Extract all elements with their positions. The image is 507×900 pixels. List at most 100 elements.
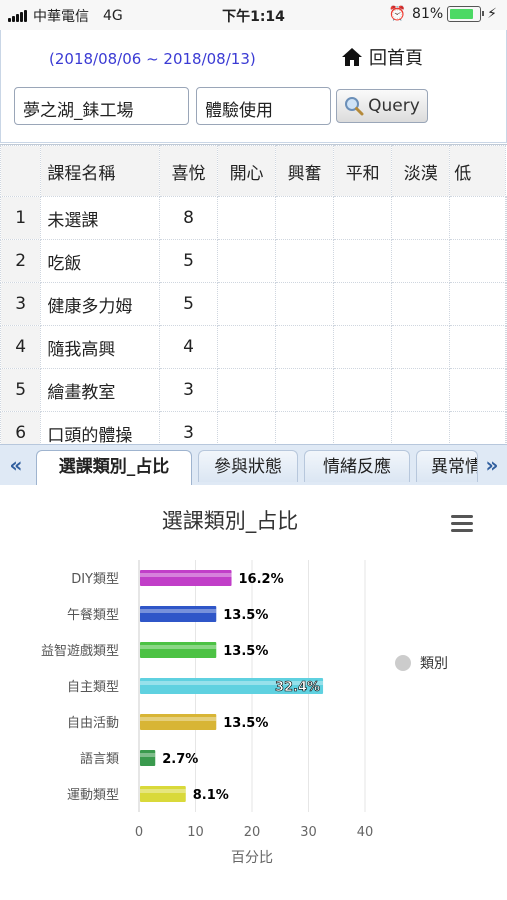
bar bbox=[140, 750, 156, 766]
data-label: 13.5% bbox=[223, 716, 268, 731]
battery-percent: 81% bbox=[412, 6, 444, 22]
value-cell bbox=[275, 325, 335, 369]
chart-panel: 選課類別_占比 0 10 20 30 40 百分比 DIY類型 16.2% 午餐類型 13.5% 益… bbox=[0, 485, 507, 900]
grid-corner bbox=[0, 145, 42, 197]
column-header[interactable]: 淡漠 bbox=[391, 145, 451, 197]
value-cell bbox=[217, 325, 277, 369]
value-cell bbox=[333, 196, 393, 240]
x-tick-label: 10 bbox=[187, 825, 204, 840]
battery-icon bbox=[447, 6, 485, 22]
value-cell bbox=[391, 282, 451, 326]
tab-participation[interactable]: 參與狀態 bbox=[198, 450, 298, 482]
tab-category-ratio[interactable]: 選課類別_占比 bbox=[36, 450, 192, 486]
course-name-cell: 繪畫教室 bbox=[40, 368, 160, 412]
category-label: 自主類型 bbox=[67, 680, 119, 695]
value-cell bbox=[391, 325, 451, 369]
value-cell bbox=[391, 196, 451, 240]
value-cell: 3 bbox=[158, 368, 219, 412]
x-axis-title: 百分比 bbox=[231, 850, 273, 866]
home-link[interactable]: 回首頁 bbox=[341, 44, 423, 70]
data-grid: 課程名稱 喜悅 開心 興奮 平和 淡漠 低 1 未選課 8 2 吃飯 5 3 健康多力姆 5 4 隨… bbox=[0, 144, 507, 445]
date-range: (2018/08/06 ~ 2018/08/13) bbox=[49, 50, 256, 68]
tab-prev-arrow[interactable]: « bbox=[4, 451, 28, 479]
value-cell bbox=[333, 411, 393, 445]
value-cell bbox=[217, 239, 277, 283]
data-label: 16.2% bbox=[239, 572, 284, 587]
value-cell bbox=[505, 239, 507, 283]
legend-marker bbox=[395, 655, 411, 671]
column-header[interactable]: 課程名稱 bbox=[40, 145, 160, 197]
course-name-cell: 隨我高興 bbox=[40, 325, 160, 369]
data-label: 32.4% bbox=[275, 680, 320, 695]
query-label: Query bbox=[368, 96, 420, 116]
value-cell bbox=[449, 196, 506, 240]
grid-header-row: 課程名稱 喜悅 開心 興奮 平和 淡漠 低 bbox=[0, 145, 507, 197]
category-label: DIY類型 bbox=[71, 572, 119, 587]
bar-highlight bbox=[140, 573, 232, 577]
value-cell bbox=[275, 411, 335, 445]
value-cell bbox=[333, 239, 393, 283]
value-cell bbox=[505, 411, 507, 445]
table-row[interactable]: 1 未選課 8 bbox=[0, 196, 507, 240]
value-cell bbox=[217, 368, 277, 412]
value-cell: 3 bbox=[158, 411, 219, 445]
course-name-cell: 口頭的體操 bbox=[40, 411, 160, 445]
value-cell bbox=[217, 282, 277, 326]
value-cell bbox=[391, 411, 451, 445]
data-label: 8.1% bbox=[193, 788, 229, 803]
value-cell bbox=[449, 368, 506, 412]
home-label: 回首頁 bbox=[369, 48, 423, 69]
column-header[interactable]: 平和 bbox=[333, 145, 393, 197]
magnifier-icon bbox=[345, 97, 364, 116]
value-cell bbox=[275, 368, 335, 412]
course-name-cell: 健康多力姆 bbox=[40, 282, 160, 326]
value-cell: 4 bbox=[158, 325, 219, 369]
row-index: 4 bbox=[0, 325, 42, 369]
x-tick-label: 30 bbox=[300, 825, 317, 840]
table-row[interactable]: 4 隨我高興 4 bbox=[0, 325, 507, 369]
bar-highlight bbox=[140, 609, 217, 613]
tab-emotion[interactable]: 情緒反應 bbox=[304, 450, 410, 482]
column-header[interactable]: 開心 bbox=[217, 145, 277, 197]
value-cell bbox=[275, 196, 335, 240]
x-tick-label: 40 bbox=[357, 825, 374, 840]
value-cell bbox=[391, 368, 451, 412]
value-cell bbox=[449, 411, 506, 445]
column-header[interactable]: 低 bbox=[449, 145, 506, 197]
alarm-icon: ⏰ bbox=[388, 6, 407, 22]
value-cell bbox=[275, 282, 335, 326]
value-cell bbox=[505, 282, 507, 326]
table-row[interactable]: 2 吃飯 5 bbox=[0, 239, 507, 283]
tab-anomaly[interactable]: 異常情 bbox=[416, 450, 478, 482]
bar-highlight bbox=[140, 753, 156, 757]
value-cell bbox=[217, 411, 277, 445]
query-header: (2018/08/06 ~ 2018/08/13) 回首頁 夢之湖_銇工場 體驗… bbox=[0, 30, 507, 143]
query-button[interactable]: Query bbox=[336, 89, 428, 123]
value-cell bbox=[449, 239, 506, 283]
row-index: 5 bbox=[0, 368, 42, 412]
value-cell: 8 bbox=[158, 196, 219, 240]
column-header[interactable]: 興奮 bbox=[275, 145, 335, 197]
location-select[interactable]: 夢之湖_銇工場 bbox=[14, 87, 189, 125]
value-cell bbox=[449, 325, 506, 369]
bar bbox=[140, 714, 217, 730]
bar bbox=[140, 642, 217, 658]
table-row[interactable]: 3 健康多力姆 5 bbox=[0, 282, 507, 326]
tab-bar: « 選課類別_占比 參與狀態 情緒反應 異常情 » bbox=[0, 444, 507, 486]
usage-select[interactable]: 體驗使用 bbox=[196, 87, 331, 125]
home-icon bbox=[342, 48, 362, 66]
status-bar: 中華電信 4G 下午1:14 ⏰ 81% ⚡ bbox=[0, 0, 507, 30]
bar bbox=[140, 786, 186, 802]
legend-label: 類別 bbox=[420, 656, 448, 672]
value-cell bbox=[505, 325, 507, 369]
column-header[interactable]: 喜悅 bbox=[158, 145, 219, 197]
category-label: 自由活動 bbox=[67, 716, 119, 731]
table-row[interactable]: 5 繪畫教室 3 bbox=[0, 368, 507, 412]
x-tick-label: 20 bbox=[244, 825, 261, 840]
table-row[interactable]: 6 口頭的體操 3 bbox=[0, 411, 507, 445]
value-cell bbox=[275, 239, 335, 283]
x-tick-label: 0 bbox=[135, 825, 143, 840]
tab-next-arrow[interactable]: » bbox=[480, 451, 504, 479]
category-label: 益智遊戲類型 bbox=[41, 644, 119, 659]
bar bbox=[140, 606, 217, 622]
